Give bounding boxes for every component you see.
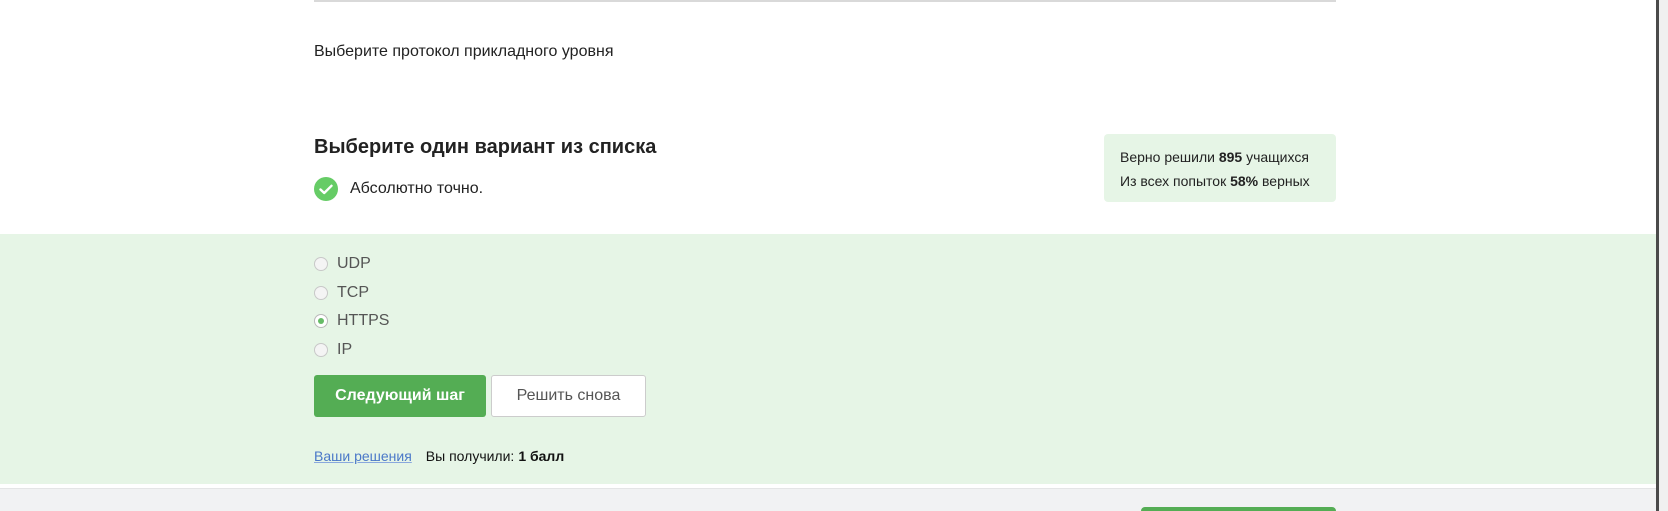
option-label: UDP: [337, 255, 371, 273]
radio-button[interactable]: [314, 285, 328, 300]
feedback-message: Абсолютно точно.: [314, 177, 483, 201]
option-tcp[interactable]: TCP: [314, 279, 389, 308]
retry-button[interactable]: Решить снова: [491, 375, 646, 417]
option-https[interactable]: HTTPS: [314, 307, 389, 336]
answer-area: [0, 234, 1656, 484]
content-divider: [314, 0, 1336, 2]
step-page: Выберите протокол прикладного уровня Выб…: [0, 0, 1668, 511]
task-title: Выберите один вариант из списка: [314, 136, 657, 158]
radio-dot: [318, 318, 324, 325]
options-list: UDP TCP HTTPS IP: [314, 250, 389, 364]
bottom-navigation-band: [0, 488, 1656, 511]
attempts-percent: 58%: [1230, 173, 1259, 189]
radio-button-selected[interactable]: [314, 314, 328, 329]
solved-stat: Верно решили 895 учащихся: [1120, 145, 1336, 169]
question-text: Выберите протокол прикладного уровня: [314, 43, 614, 60]
score-value: 1 балл: [518, 448, 565, 464]
check-circle-icon: [314, 177, 338, 201]
next-lesson-button[interactable]: [1141, 507, 1336, 511]
attempts-prefix: Из всех попыток: [1120, 173, 1227, 189]
option-label: IP: [337, 340, 353, 358]
solved-prefix: Верно решили: [1120, 149, 1215, 165]
next-step-button[interactable]: Следующий шаг: [314, 375, 486, 417]
option-label: HTTPS: [337, 312, 390, 330]
solved-count: 895: [1218, 149, 1243, 165]
solved-suffix: учащихся: [1246, 149, 1309, 165]
option-label: TCP: [337, 283, 369, 301]
result-row: Ваши решения Вы получили: 1 балл: [314, 448, 564, 464]
your-solutions-link[interactable]: Ваши решения: [314, 448, 412, 464]
attempts-stat: Из всех попыток 58% верных: [1120, 169, 1336, 193]
attempts-suffix: верных: [1262, 173, 1310, 189]
option-ip[interactable]: IP: [314, 336, 389, 365]
radio-button[interactable]: [314, 342, 328, 357]
feedback-text: Абсолютно точно.: [350, 180, 484, 197]
stats-box: Верно решили 895 учащихся Из всех попыто…: [1104, 134, 1336, 202]
scrollbar-edge: [1656, 0, 1659, 511]
option-udp[interactable]: UDP: [314, 250, 389, 279]
score-label: Вы получили:: [425, 448, 515, 464]
radio-button[interactable]: [314, 257, 328, 272]
